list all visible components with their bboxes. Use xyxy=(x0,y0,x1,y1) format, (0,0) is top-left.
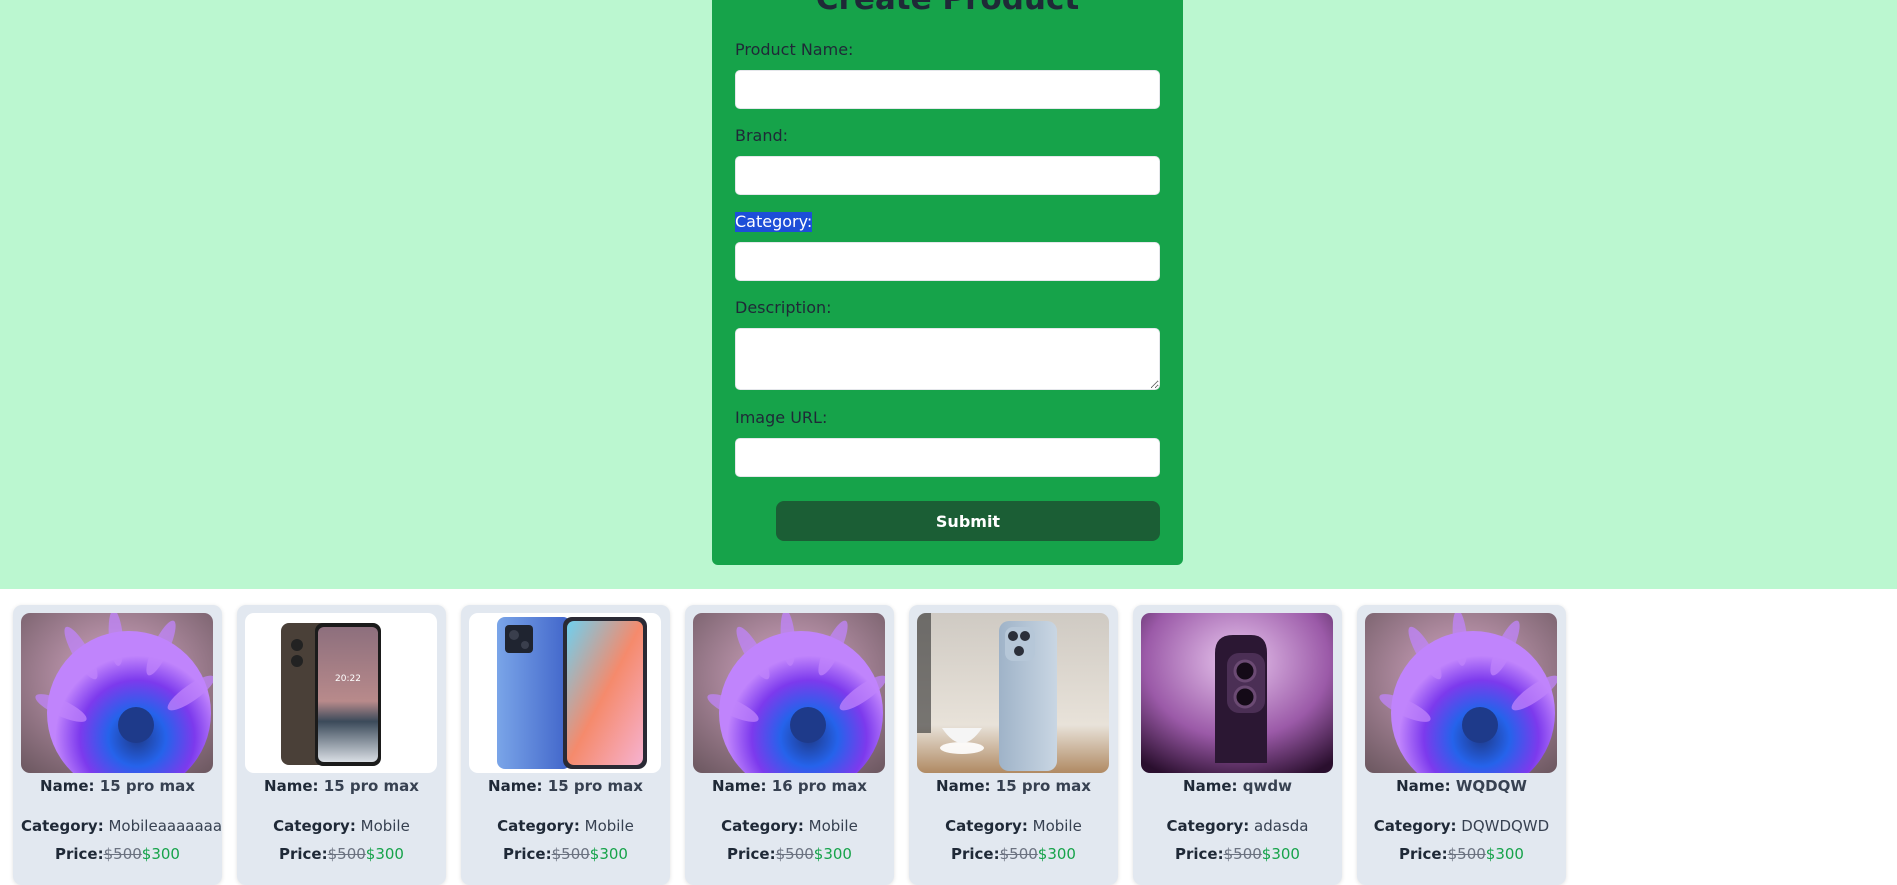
product-price: Price:$500$300 xyxy=(503,845,628,863)
product-category: Category: Mobile xyxy=(945,817,1082,835)
category-label: Category: xyxy=(735,212,813,232)
product-name-label: Product Name: xyxy=(735,40,854,59)
product-card[interactable]: Name: WQDQW Category: DQWDQWD Price:$500… xyxy=(1357,605,1566,885)
svg-text:20:22: 20:22 xyxy=(335,674,361,684)
product-image-flower xyxy=(1365,613,1557,773)
create-product-section: Create Product Product Name: Brand: Cate… xyxy=(0,0,1897,589)
product-price: Price:$500$300 xyxy=(1399,845,1524,863)
product-image-purple-iphone xyxy=(1141,613,1333,773)
product-name-input[interactable] xyxy=(735,70,1160,109)
product-name: Name: 15 pro max xyxy=(40,777,195,795)
product-card[interactable]: Name: 15 pro max Category: Mobileaaaaaaa… xyxy=(13,605,222,885)
product-card[interactable]: 20:22 Name: 15 pro max Category: Mobile … xyxy=(237,605,446,885)
product-category: Category: Mobile xyxy=(721,817,858,835)
product-card[interactable]: Name: 16 pro max Category: Mobile Price:… xyxy=(685,605,894,885)
product-card[interactable]: Name: 15 pro max Category: Mobile Price:… xyxy=(909,605,1118,885)
brand-label: Brand: xyxy=(735,126,789,145)
product-name: Name: qwdw xyxy=(1183,777,1292,795)
category-input[interactable] xyxy=(735,242,1160,281)
product-price: Price:$500$300 xyxy=(279,845,404,863)
product-card[interactable]: Name: 15 pro max Category: Mobile Price:… xyxy=(461,605,670,885)
product-price: Price:$500$300 xyxy=(951,845,1076,863)
image-url-label: Image URL: xyxy=(735,408,828,427)
image-url-input[interactable] xyxy=(735,438,1160,477)
product-name: Name: 15 pro max xyxy=(936,777,1091,795)
product-price: Price:$500$300 xyxy=(727,845,852,863)
product-category: Category: adasda xyxy=(1166,817,1309,835)
product-category: Category: Mobile xyxy=(497,817,634,835)
brand-input[interactable] xyxy=(735,156,1160,195)
form-title: Create Product xyxy=(712,0,1183,18)
product-image-dark-phone: 20:22 xyxy=(245,613,437,773)
product-name: Name: 16 pro max xyxy=(712,777,867,795)
product-name: Name: 15 pro max xyxy=(488,777,643,795)
product-category: Category: Mobileaaaaaaa xyxy=(21,817,223,835)
product-price: Price:$500$300 xyxy=(55,845,180,863)
product-image-silver-iphone xyxy=(917,613,1109,773)
product-name: Name: WQDQW xyxy=(1396,777,1527,795)
product-category: Category: Mobile xyxy=(273,817,410,835)
product-price: Price:$500$300 xyxy=(1175,845,1300,863)
product-name: Name: 15 pro max xyxy=(264,777,419,795)
product-card[interactable]: Name: qwdw Category: adasda Price:$500$3… xyxy=(1133,605,1342,885)
description-textarea[interactable] xyxy=(735,328,1160,390)
product-image-flower xyxy=(693,613,885,773)
product-image-blue-phone xyxy=(469,613,661,773)
create-product-form: Create Product Product Name: Brand: Cate… xyxy=(712,0,1183,565)
product-list: Name: 15 pro max Category: Mobileaaaaaaa… xyxy=(13,605,1566,885)
product-category: Category: DQWDQWD xyxy=(1373,817,1550,835)
submit-button[interactable]: Submit xyxy=(776,501,1160,541)
product-image-flower xyxy=(21,613,213,773)
description-label: Description: xyxy=(735,298,832,317)
